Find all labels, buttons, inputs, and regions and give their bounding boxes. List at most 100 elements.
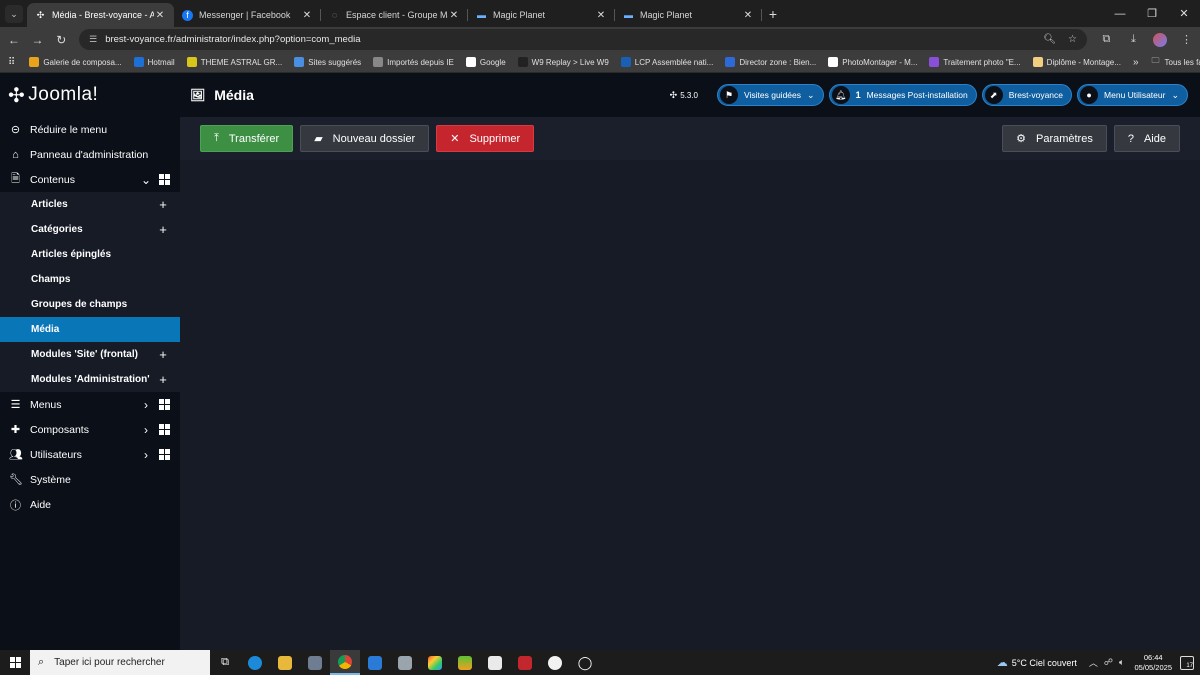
dashboard-grid-icon[interactable]: [159, 399, 170, 410]
chrome-icon[interactable]: [330, 650, 360, 675]
close-tab-icon[interactable]: ✕: [742, 10, 754, 21]
weather-widget[interactable]: ☁ 5°C Ciel couvert: [997, 656, 1077, 669]
sidebar-item-system[interactable]: 🔧︎ Système: [0, 467, 180, 492]
sidebar-item-menus[interactable]: ☰ Menus ›: [0, 392, 180, 417]
chevron-right-icon[interactable]: ›: [139, 398, 153, 412]
stack-app-icon[interactable]: [450, 650, 480, 675]
bookmark-item[interactable]: Director zone : Bien...: [719, 57, 822, 67]
store-icon[interactable]: [480, 650, 510, 675]
recorder-icon[interactable]: [540, 650, 570, 675]
task-view-icon[interactable]: ⧉: [210, 650, 240, 675]
sidebar-item-users[interactable]: 👥︎ Utilisateurs ›: [0, 442, 180, 467]
bookmark-item[interactable]: Traitement photo "E...: [923, 57, 1026, 67]
sidebar-subitem[interactable]: Média: [0, 317, 180, 342]
close-tab-icon[interactable]: ✕: [154, 10, 166, 21]
tab-search-button[interactable]: ⌄: [5, 5, 23, 23]
apps-icon[interactable]: ⠿: [0, 57, 23, 68]
new-folder-button[interactable]: ▰ Nouveau dossier: [300, 125, 430, 152]
reload-icon[interactable]: ↻: [49, 33, 73, 47]
bookmark-star-icon[interactable]: ☆: [1068, 34, 1077, 45]
site-info-icon[interactable]: ☰: [89, 34, 97, 45]
bookmark-item[interactable]: LCP Assemblée nati...: [615, 57, 720, 67]
sidebar-subitem[interactable]: Catégories +: [0, 217, 180, 242]
taskbar-search[interactable]: ⌕ Taper ici pour rechercher: [30, 650, 210, 675]
sidebar-subitem[interactable]: Modules 'Administration' +: [0, 367, 180, 392]
edge-icon[interactable]: [240, 650, 270, 675]
close-tab-icon[interactable]: ✕: [448, 10, 460, 21]
sidebar-item-help[interactable]: ⓘ Aide: [0, 492, 180, 517]
close-tab-icon[interactable]: ✕: [301, 10, 313, 21]
sidebar-toggle-menu[interactable]: ⊝ Réduire le menu: [0, 117, 180, 142]
sidebar-subitem[interactable]: Champs: [0, 267, 180, 292]
all-bookmarks-folder[interactable]: 🗀 Tous les favoris: [1145, 56, 1200, 67]
printer-icon[interactable]: [390, 650, 420, 675]
volume-icon[interactable]: 🔈︎: [1119, 657, 1124, 668]
dashboard-grid-icon[interactable]: [159, 449, 170, 460]
sidebar-item-content[interactable]: 🗎 Contenus ⌄: [0, 167, 180, 192]
chevron-down-icon[interactable]: ⌄: [139, 173, 153, 187]
bookmark-item[interactable]: Galerie de composa...: [23, 57, 127, 67]
address-bar[interactable]: ☰ brest-voyance.fr/administrator/index.p…: [79, 29, 1087, 50]
upload-button[interactable]: ⤒ Transférer: [200, 125, 294, 152]
download-app-icon[interactable]: [360, 650, 390, 675]
sidebar-subitem[interactable]: Groupes de champs: [0, 292, 180, 317]
dashboard-grid-icon[interactable]: [159, 424, 170, 435]
browser-tab[interactable]: f Messenger | Facebook ✕: [174, 3, 321, 27]
browser-tab[interactable]: ▬ Magic Planet ✕: [615, 3, 762, 27]
browser-menu-icon[interactable]: ⋮: [1173, 33, 1200, 47]
delete-button[interactable]: ✕ Supprimer: [436, 125, 535, 152]
add-icon[interactable]: +: [156, 372, 170, 387]
forward-icon[interactable]: →: [26, 33, 50, 47]
bookmark-item[interactable]: Sites suggérés: [288, 57, 367, 67]
profile-avatar[interactable]: [1152, 32, 1167, 47]
help-button[interactable]: ? Aide: [1113, 125, 1180, 152]
post-install-messages-button[interactable]: 🔔︎ 1 Messages Post-installation: [828, 84, 977, 106]
options-button[interactable]: ⚙ Paramètres: [1002, 125, 1107, 152]
sidebar-subitem[interactable]: Modules 'Site' (frontal) +: [0, 342, 180, 367]
bookmark-item[interactable]: Hotmail: [128, 57, 181, 67]
add-icon[interactable]: +: [156, 347, 170, 362]
sidebar-subitem[interactable]: Articles +: [0, 192, 180, 217]
notifications-icon[interactable]: 17: [1180, 655, 1194, 670]
sidebar-subitem[interactable]: Articles épinglés: [0, 242, 180, 267]
close-window-icon[interactable]: ✕: [1168, 7, 1200, 20]
joomla-logo[interactable]: ✣ Joomla!: [0, 83, 180, 108]
new-tab-button[interactable]: +: [762, 3, 784, 25]
url-text[interactable]: brest-voyance.fr/administrator/index.php…: [105, 34, 1031, 45]
downloads-icon[interactable]: ⤓: [1120, 33, 1147, 47]
add-icon[interactable]: +: [156, 197, 170, 212]
dashboard-grid-icon[interactable]: [159, 174, 170, 185]
clock[interactable]: 06:44 05/05/2025: [1134, 653, 1172, 673]
sidebar-item-components[interactable]: ✚ Composants ›: [0, 417, 180, 442]
minimize-icon[interactable]: —: [1104, 8, 1136, 20]
browser-tab[interactable]: ▬ Magic Planet ✕: [468, 3, 615, 27]
close-tab-icon[interactable]: ✕: [595, 10, 607, 21]
bookmark-item[interactable]: PhotoMontager - M...: [822, 57, 923, 67]
user-menu-button[interactable]: ● Menu Utilisateur ⌄: [1077, 84, 1188, 106]
view-site-button[interactable]: ⬈ Brest-voyance: [981, 84, 1073, 106]
ring-app-icon[interactable]: ◯: [570, 650, 600, 675]
sidebar-item-dashboard[interactable]: ⌂ Panneau d'administration: [0, 142, 180, 167]
browser-tab[interactable]: ◌ Espace client - Groupe Magic O✕: [321, 3, 468, 27]
bookmark-item[interactable]: Google: [460, 57, 512, 67]
tray-overflow-icon[interactable]: ︿: [1089, 656, 1098, 669]
bookmark-item[interactable]: THEME ASTRAL GR...: [181, 57, 289, 67]
chevron-right-icon[interactable]: ›: [139, 423, 153, 437]
restore-icon[interactable]: ❐: [1136, 7, 1168, 20]
back-icon[interactable]: ←: [2, 33, 26, 47]
zoom-icon[interactable]: 🔍︎: [1043, 34, 1056, 45]
network-icon[interactable]: ☍: [1104, 657, 1113, 668]
bookmark-item[interactable]: Diplôme - Montage...: [1027, 57, 1127, 67]
extensions-icon[interactable]: ⧉: [1093, 33, 1120, 47]
guided-tours-button[interactable]: ⚑ Visites guidées ⌄: [716, 84, 824, 106]
browser-tab[interactable]: ✣ Média - Brest-voyance - Admin✕: [27, 3, 174, 27]
bookmarks-overflow-button[interactable]: »: [1127, 57, 1145, 68]
file-explorer-icon[interactable]: [270, 650, 300, 675]
bookmark-item[interactable]: W9 Replay > Live W9: [512, 57, 615, 67]
start-button[interactable]: [0, 657, 30, 668]
paint-icon[interactable]: [420, 650, 450, 675]
filezilla-icon[interactable]: [510, 650, 540, 675]
add-icon[interactable]: +: [156, 222, 170, 237]
bookmark-item[interactable]: Importés depuis IE: [367, 57, 460, 67]
chevron-right-icon[interactable]: ›: [139, 448, 153, 462]
